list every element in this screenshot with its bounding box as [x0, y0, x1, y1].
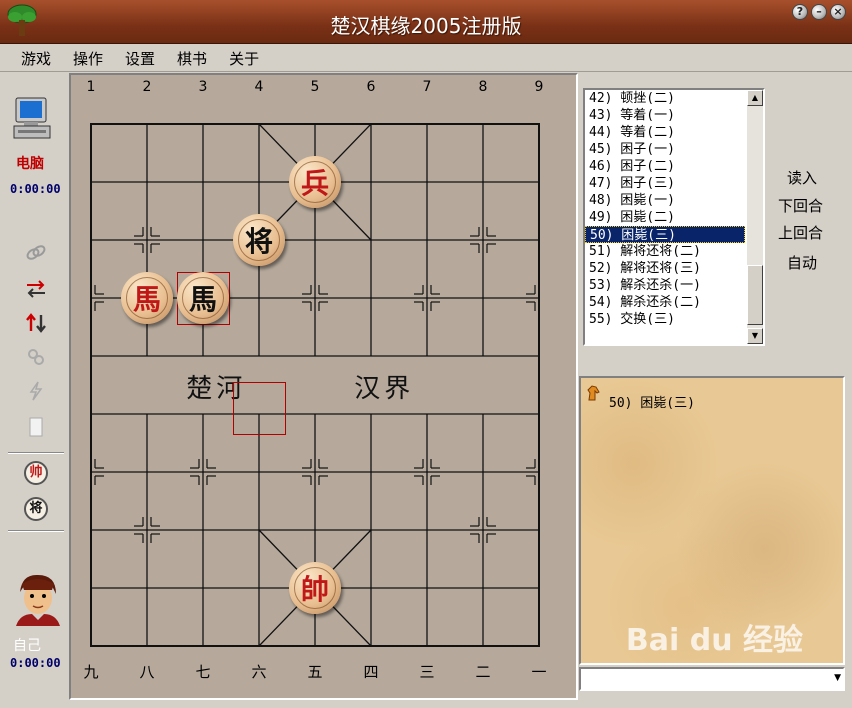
column-number-bottom: 八 — [139, 663, 155, 681]
column-number-bottom: 七 — [195, 663, 211, 681]
move-list-item[interactable]: 43) 等着(一) — [585, 107, 745, 124]
column-number-top: 9 — [534, 79, 544, 95]
minimize-button[interactable]: – — [811, 4, 827, 20]
menu-about[interactable]: 关于 — [229, 48, 259, 69]
move-list-item[interactable]: 53) 解杀还杀(一) — [585, 277, 745, 294]
scroll-down-icon[interactable]: ▼ — [747, 328, 763, 344]
red-side-piece-icon[interactable]: 帅 — [24, 461, 48, 485]
chess-piece[interactable]: 帥 — [289, 562, 341, 614]
piece-label: 馬 — [126, 277, 168, 319]
lightning-icon[interactable] — [24, 380, 48, 402]
scroll-up-icon[interactable]: ▲ — [747, 90, 763, 106]
computer-icon — [13, 97, 51, 139]
column-number-bottom: 四 — [363, 663, 379, 681]
help-button[interactable]: ? — [792, 4, 808, 20]
close-button[interactable]: × — [830, 4, 846, 20]
left-toolbar: 电脑 0:00:00 帅 将 自己 0:00:00 — [0, 74, 66, 708]
move-highlight — [233, 382, 286, 435]
menu-operate[interactable]: 操作 — [73, 48, 103, 69]
load-button[interactable]: 读入 — [787, 167, 817, 188]
piece-label: 馬 — [182, 277, 224, 319]
link-icon[interactable] — [24, 346, 48, 368]
column-number-bottom: 三 — [419, 663, 435, 681]
move-list-item[interactable]: 49) 困毙(二) — [585, 209, 745, 226]
player-avatar — [12, 572, 64, 626]
move-list-item[interactable]: 44) 等着(二) — [585, 124, 745, 141]
move-list[interactable]: 42) 顿挫(二) 43) 等着(一) 44) 等着(二) 45) 困子(一) 46) … — [583, 88, 765, 346]
window-title: 楚汉棋缘2005注册版 — [330, 14, 522, 38]
watermark: Bai du 经验 — [625, 623, 803, 658]
comment-text: 50) 困毙(三) — [609, 396, 695, 411]
title-bar: 楚汉棋缘2005注册版 ? – × — [0, 0, 852, 44]
comment-dropdown[interactable]: ▼ — [579, 667, 845, 691]
self-label: 自己 — [13, 638, 41, 654]
chain-icon[interactable] — [24, 242, 48, 264]
chess-piece[interactable]: 馬 — [177, 272, 229, 324]
column-number-bottom: 二 — [475, 663, 491, 681]
piece-label: 帥 — [294, 567, 336, 609]
column-number-top: 6 — [366, 79, 376, 95]
move-list-item[interactable]: 51) 解将还将(二) — [585, 243, 745, 260]
dropdown-arrow-icon[interactable]: ▼ — [834, 673, 841, 683]
move-list-item[interactable]: 46) 困子(二) — [585, 158, 745, 175]
column-number-top: 4 — [254, 79, 264, 95]
column-number-bottom: 六 — [251, 663, 267, 681]
column-number-bottom: 五 — [307, 663, 323, 681]
move-list-item[interactable]: 52) 解将还将(三) — [585, 260, 745, 277]
move-list-item[interactable]: 50) 困毙(三) — [585, 226, 745, 243]
move-list-item[interactable]: 45) 困子(一) — [585, 141, 745, 158]
move-list-item[interactable]: 42) 顿挫(二) — [585, 90, 745, 107]
computer-timer: 0:00:00 — [10, 182, 61, 196]
menu-bar: 游戏 操作 设置 棋书 关于 — [0, 46, 852, 72]
chess-piece[interactable]: 兵 — [289, 156, 341, 208]
chess-piece[interactable]: 馬 — [121, 272, 173, 324]
move-list-scrollbar[interactable]: ▲ ▼ — [747, 90, 763, 344]
move-list-item[interactable]: 55) 交换(三) — [585, 311, 745, 328]
move-list-item[interactable]: 48) 困毙(一) — [585, 192, 745, 209]
piece-label: 兵 — [294, 161, 336, 203]
column-number-top: 7 — [422, 79, 432, 95]
comment-panel: 50) 困毙(三) Bai du 经验 — [579, 376, 845, 665]
black-side-piece-icon[interactable]: 将 — [24, 497, 48, 521]
column-number-bottom: 九 — [83, 663, 99, 681]
page-icon[interactable] — [24, 416, 48, 438]
scroll-thumb[interactable] — [747, 265, 763, 325]
menu-chessbook[interactable]: 棋书 — [177, 48, 207, 69]
prev-round-button[interactable]: 上回合 — [778, 222, 823, 243]
next-round-button[interactable]: 下回合 — [778, 195, 823, 216]
swap-arrows-icon[interactable] — [24, 278, 48, 300]
auto-button[interactable]: 自动 — [787, 252, 817, 273]
piece-label: 将 — [238, 219, 280, 261]
column-number-top: 2 — [142, 79, 152, 95]
flip-board-icon[interactable] — [24, 312, 48, 334]
chess-board[interactable]: 1 2 3 4 5 6 7 8 9 九八七六五四三二一楚河 汉界兵将馬馬帥 — [69, 73, 578, 700]
menu-settings[interactable]: 设置 — [125, 48, 155, 69]
chess-piece[interactable]: 将 — [233, 214, 285, 266]
move-list-item[interactable]: 47) 困子(三) — [585, 175, 745, 192]
self-timer: 0:00:00 — [10, 656, 61, 670]
river-label-right: 汉界 — [354, 374, 415, 404]
menu-game[interactable]: 游戏 — [21, 48, 51, 69]
column-number-top: 8 — [478, 79, 488, 95]
horse-icon — [587, 385, 600, 401]
move-list-item[interactable]: 54) 解杀还杀(二) — [585, 294, 745, 311]
column-number-top: 3 — [198, 79, 208, 95]
column-number-bottom: 一 — [531, 663, 547, 681]
computer-label: 电脑 — [16, 156, 44, 172]
column-number-top: 5 — [310, 79, 320, 95]
column-number-top: 1 — [86, 79, 96, 95]
